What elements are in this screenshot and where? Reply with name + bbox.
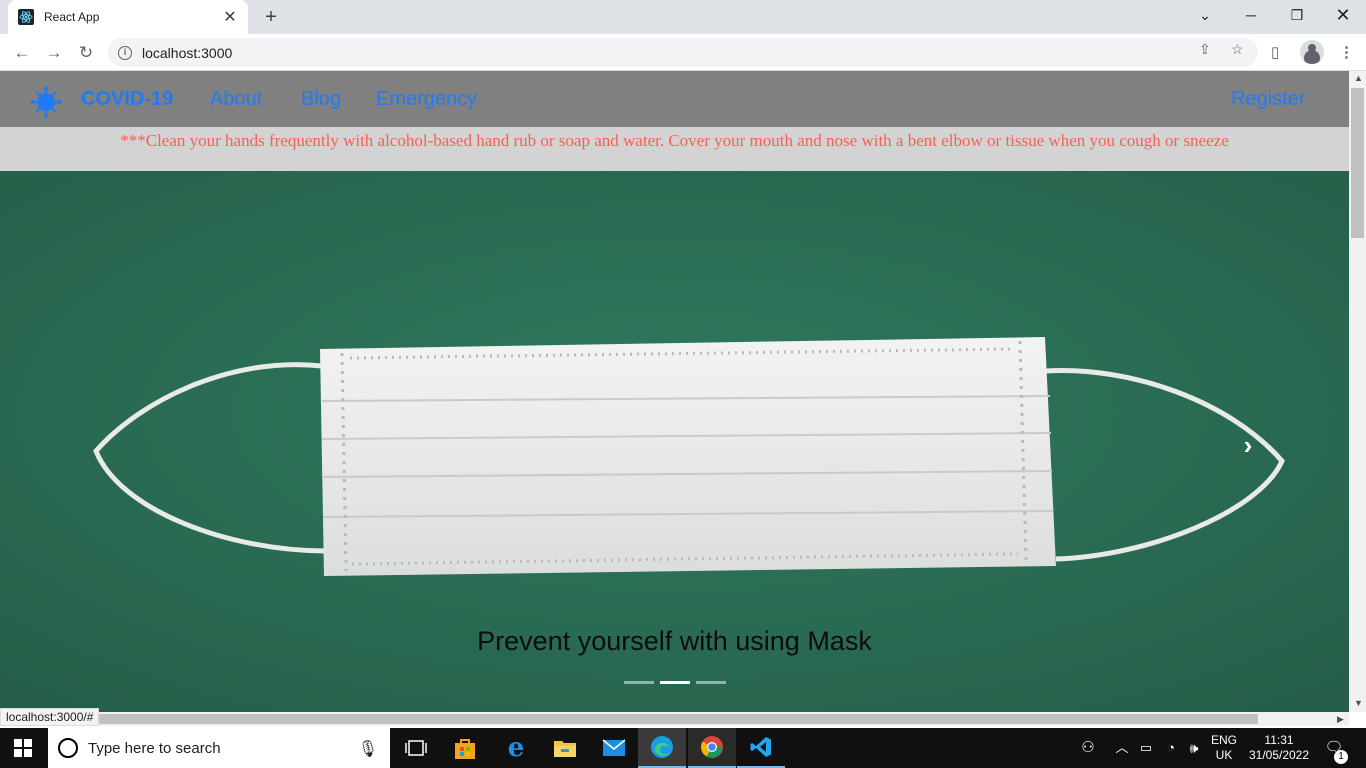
- edge-legacy-icon[interactable]: e: [492, 728, 540, 768]
- clock[interactable]: 11:31 31/05/2022: [1244, 728, 1314, 768]
- volume-icon[interactable]: 🕪: [1184, 728, 1204, 768]
- show-hidden-icons[interactable]: ︿: [1112, 728, 1132, 768]
- taskbar-search[interactable]: Type here to search 🎙: [48, 728, 390, 768]
- carousel-caption: Prevent yourself with using Mask: [477, 626, 872, 656]
- language-code: ENG: [1210, 733, 1237, 747]
- close-window-icon[interactable]: ✕: [1320, 0, 1366, 34]
- battery-icon[interactable]: ▭: [1136, 728, 1156, 768]
- url-text[interactable]: localhost:3000: [142, 45, 232, 61]
- menu-icon[interactable]: ⋮: [1339, 43, 1354, 61]
- tab-title: React App: [44, 10, 100, 24]
- vscode-icon[interactable]: [737, 728, 785, 768]
- windows-start-icon[interactable]: [14, 739, 32, 757]
- carousel-indicator-1[interactable]: [624, 681, 654, 684]
- edge-icon[interactable]: [638, 728, 686, 768]
- carousel: › Prevent yourself with using Mask: [0, 171, 1349, 712]
- profile-avatar[interactable]: [1300, 40, 1324, 64]
- carousel-indicator-3[interactable]: [696, 681, 726, 684]
- site-navbar: COVID-19 About Blog Emergency Register: [0, 71, 1349, 127]
- microphone-icon[interactable]: 🎙: [358, 739, 378, 759]
- address-bar[interactable]: i localhost:3000: [108, 38, 1258, 67]
- bookmark-star-icon[interactable]: ☆: [1231, 41, 1244, 58]
- mail-icon[interactable]: [590, 728, 638, 768]
- side-panel-icon[interactable]: ▯: [1271, 43, 1279, 61]
- share-icon[interactable]: ⇪: [1199, 41, 1211, 58]
- hygiene-banner: ***Clean your hands frequently with alco…: [0, 127, 1349, 171]
- tab-search-icon[interactable]: ⌄: [1182, 0, 1228, 34]
- chrome-icon[interactable]: [688, 728, 736, 768]
- close-tab-icon[interactable]: ✕: [222, 7, 238, 27]
- scroll-right-icon[interactable]: ▶: [1337, 714, 1344, 725]
- people-icon[interactable]: ⚇: [1076, 728, 1100, 768]
- cortana-icon: [58, 738, 78, 758]
- browser-tab-bar: React App ✕ + ⌄ ─ ❐ ✕: [0, 0, 1366, 34]
- windows-taskbar: Type here to search 🎙 e ⚇ ︿ ▭ ◔ 🕪 ENG UK…: [0, 728, 1366, 768]
- carousel-indicators: [624, 681, 726, 684]
- store-icon[interactable]: [441, 728, 489, 768]
- browser-toolbar: ← → ↻ i localhost:3000 ⇪ ☆ ▯ ⋮: [0, 34, 1366, 71]
- nav-link-blog[interactable]: Blog: [301, 88, 341, 111]
- nav-link-emergency[interactable]: Emergency: [376, 88, 477, 111]
- minimize-icon[interactable]: ─: [1228, 0, 1274, 34]
- new-tab-button[interactable]: +: [258, 4, 284, 30]
- brand-link[interactable]: COVID-19: [81, 88, 173, 111]
- reload-icon[interactable]: ↻: [72, 39, 100, 67]
- scroll-down-icon[interactable]: ▼: [1354, 698, 1363, 708]
- language-indicator[interactable]: ENG UK: [1206, 728, 1242, 768]
- carousel-indicator-2[interactable]: [660, 681, 690, 684]
- wifi-icon[interactable]: ◔: [1160, 728, 1182, 768]
- search-placeholder[interactable]: Type here to search: [88, 740, 221, 757]
- virus-logo-icon[interactable]: [30, 86, 62, 118]
- keyboard-layout: UK: [1215, 748, 1233, 762]
- nav-link-about[interactable]: About: [210, 88, 262, 111]
- scroll-up-icon[interactable]: ▲: [1354, 73, 1363, 83]
- horizontal-scroll-thumb[interactable]: [98, 714, 1258, 724]
- clock-time: 11:31: [1264, 733, 1294, 747]
- task-view-icon[interactable]: [392, 728, 440, 768]
- restore-icon[interactable]: ❐: [1274, 0, 1320, 34]
- site-info-icon[interactable]: i: [118, 45, 132, 60]
- vertical-scroll-thumb[interactable]: [1351, 88, 1364, 238]
- file-explorer-icon[interactable]: [541, 728, 589, 768]
- carousel-next-icon[interactable]: ›: [1236, 432, 1260, 458]
- web-page: COVID-19 About Blog Emergency Register *…: [0, 71, 1349, 712]
- banner-text: ***Clean your hands frequently with alco…: [120, 131, 1229, 150]
- react-icon: [18, 9, 34, 25]
- browser-tab[interactable]: React App ✕: [8, 0, 248, 34]
- status-url: localhost:3000/#: [0, 708, 100, 726]
- clock-date: 31/05/2022: [1248, 748, 1310, 762]
- back-icon[interactable]: ←: [8, 39, 36, 67]
- register-link[interactable]: Register: [1231, 88, 1305, 111]
- notification-count: 1: [1334, 750, 1348, 764]
- forward-icon[interactable]: →: [40, 39, 68, 67]
